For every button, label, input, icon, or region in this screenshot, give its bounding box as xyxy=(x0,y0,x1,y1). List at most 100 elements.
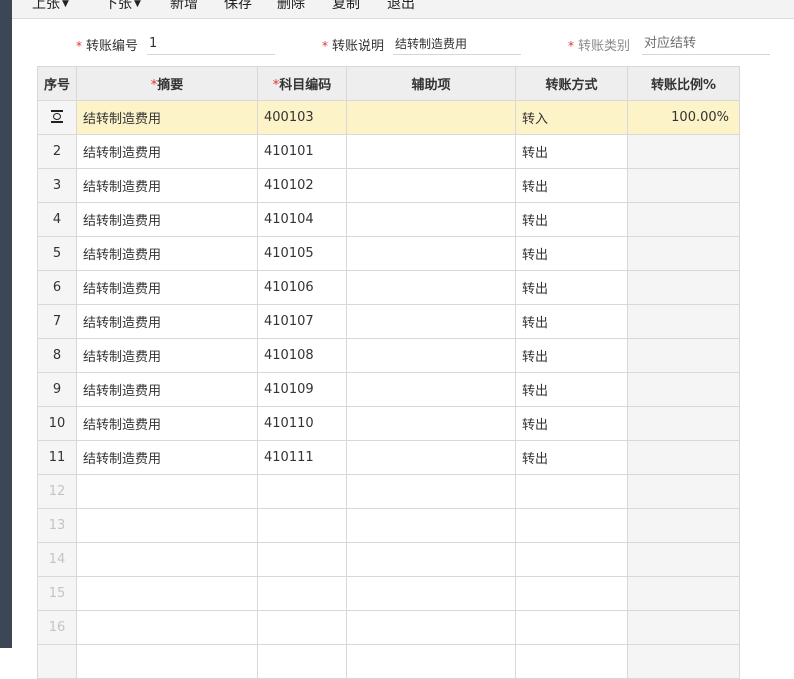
cell-summary[interactable]: 结转制造费用 xyxy=(76,168,258,203)
cell-ratio[interactable] xyxy=(627,168,740,203)
cell-ratio[interactable] xyxy=(627,576,740,611)
cell-aux[interactable] xyxy=(346,440,516,475)
cell-ratio[interactable] xyxy=(627,474,740,509)
cell-summary[interactable]: 结转制造费用 xyxy=(76,372,258,407)
cell-ratio[interactable] xyxy=(627,508,740,543)
cell-ratio[interactable] xyxy=(627,440,740,475)
table-row[interactable]: 4 结转制造费用 410104 转出 xyxy=(37,202,740,237)
cell-aux[interactable] xyxy=(346,372,516,407)
cell-aux[interactable] xyxy=(346,168,516,203)
cell-account[interactable]: 410106 xyxy=(257,270,347,305)
transfer-no-input[interactable]: 1 xyxy=(147,35,275,55)
cell-account[interactable]: 410109 xyxy=(257,372,347,407)
cell-aux[interactable] xyxy=(346,508,516,543)
table-row[interactable]: 3 结转制造费用 410102 转出 xyxy=(37,168,740,203)
cell-account[interactable] xyxy=(257,508,347,543)
cell-aux[interactable] xyxy=(346,474,516,509)
cell-summary[interactable] xyxy=(76,576,258,611)
cell-method[interactable] xyxy=(515,576,628,611)
cell-ratio[interactable] xyxy=(627,270,740,305)
cell-summary[interactable] xyxy=(76,610,258,645)
cell-summary[interactable]: 结转制造费用 xyxy=(76,202,258,237)
cell-aux[interactable] xyxy=(346,406,516,441)
cell-account[interactable]: 410107 xyxy=(257,304,347,339)
table-row[interactable]: 16 xyxy=(37,610,740,645)
save-button[interactable]: 保存 xyxy=(224,0,252,14)
add-button[interactable]: 新增 xyxy=(170,0,198,14)
cell-ratio[interactable] xyxy=(627,610,740,645)
cell-method[interactable]: 转出 xyxy=(515,202,628,237)
cell-method[interactable] xyxy=(515,644,628,679)
cell-account[interactable]: 410102 xyxy=(257,168,347,203)
cell-method[interactable]: 转出 xyxy=(515,338,628,373)
cell-method[interactable]: 转出 xyxy=(515,440,628,475)
table-row[interactable]: 9 结转制造费用 410109 转出 xyxy=(37,372,740,407)
transfer-desc-input[interactable]: 结转制造费用 xyxy=(393,35,521,55)
cell-method[interactable] xyxy=(515,542,628,577)
cell-aux[interactable] xyxy=(346,338,516,373)
table-row[interactable] xyxy=(37,644,740,679)
cell-account[interactable]: 410110 xyxy=(257,406,347,441)
cell-summary[interactable]: 结转制造费用 xyxy=(76,270,258,305)
cell-ratio[interactable] xyxy=(627,406,740,441)
cell-summary[interactable]: 结转制造费用 xyxy=(76,236,258,271)
cell-ratio[interactable] xyxy=(627,236,740,271)
next-voucher-button[interactable]: 下张 ▼ xyxy=(104,0,141,14)
cell-ratio[interactable]: 100.00% xyxy=(627,100,740,135)
cell-summary[interactable] xyxy=(76,474,258,509)
cell-summary[interactable]: 结转制造费用 xyxy=(76,440,258,475)
cell-aux[interactable] xyxy=(346,644,516,679)
cell-account[interactable] xyxy=(257,644,347,679)
table-row[interactable]: 13 xyxy=(37,508,740,543)
cell-account[interactable]: 410104 xyxy=(257,202,347,237)
cell-method[interactable] xyxy=(515,508,628,543)
cell-account[interactable] xyxy=(257,576,347,611)
cell-account[interactable]: 400103 xyxy=(257,100,347,135)
cell-account[interactable]: 410101 xyxy=(257,134,347,169)
table-row[interactable]: 14 xyxy=(37,542,740,577)
row-seq[interactable] xyxy=(37,100,77,135)
cell-method[interactable]: 转出 xyxy=(515,372,628,407)
cell-summary[interactable] xyxy=(76,542,258,577)
cell-aux[interactable] xyxy=(346,202,516,237)
cell-ratio[interactable] xyxy=(627,644,740,679)
cell-aux[interactable] xyxy=(346,100,516,135)
cell-method[interactable]: 转出 xyxy=(515,168,628,203)
cell-method[interactable]: 转出 xyxy=(515,270,628,305)
cell-summary[interactable] xyxy=(76,508,258,543)
cell-method[interactable] xyxy=(515,474,628,509)
delete-button[interactable]: 删除 xyxy=(277,0,305,14)
table-row[interactable]: 7 结转制造费用 410107 转出 xyxy=(37,304,740,339)
cell-method[interactable]: 转出 xyxy=(515,134,628,169)
cell-aux[interactable] xyxy=(346,576,516,611)
copy-button[interactable]: 复制 xyxy=(332,0,360,14)
cell-ratio[interactable] xyxy=(627,542,740,577)
cell-ratio[interactable] xyxy=(627,202,740,237)
cell-summary[interactable] xyxy=(76,644,258,679)
cell-method[interactable]: 转入 xyxy=(515,100,628,135)
cell-aux[interactable] xyxy=(346,270,516,305)
cell-method[interactable]: 转出 xyxy=(515,304,628,339)
table-row[interactable]: 8 结转制造费用 410108 转出 xyxy=(37,338,740,373)
table-row[interactable]: 11 结转制造费用 410111 转出 xyxy=(37,440,740,475)
cell-ratio[interactable] xyxy=(627,304,740,339)
cell-summary[interactable]: 结转制造费用 xyxy=(76,304,258,339)
cell-ratio[interactable] xyxy=(627,372,740,407)
cell-summary[interactable]: 结转制造费用 xyxy=(76,100,258,135)
cell-aux[interactable] xyxy=(346,304,516,339)
table-row[interactable]: 5 结转制造费用 410105 转出 xyxy=(37,236,740,271)
cell-summary[interactable]: 结转制造费用 xyxy=(76,338,258,373)
exit-button[interactable]: 退出 xyxy=(387,0,415,14)
cell-account[interactable]: 410108 xyxy=(257,338,347,373)
table-row[interactable]: 6 结转制造费用 410106 转出 xyxy=(37,270,740,305)
table-row[interactable]: 15 xyxy=(37,576,740,611)
cell-summary[interactable]: 结转制造费用 xyxy=(76,134,258,169)
cell-account[interactable]: 410105 xyxy=(257,236,347,271)
cell-aux[interactable] xyxy=(346,134,516,169)
cell-aux[interactable] xyxy=(346,236,516,271)
cell-account[interactable]: 410111 xyxy=(257,440,347,475)
table-row[interactable]: 12 xyxy=(37,474,740,509)
cell-account[interactable] xyxy=(257,542,347,577)
cell-account[interactable] xyxy=(257,610,347,645)
cell-aux[interactable] xyxy=(346,542,516,577)
